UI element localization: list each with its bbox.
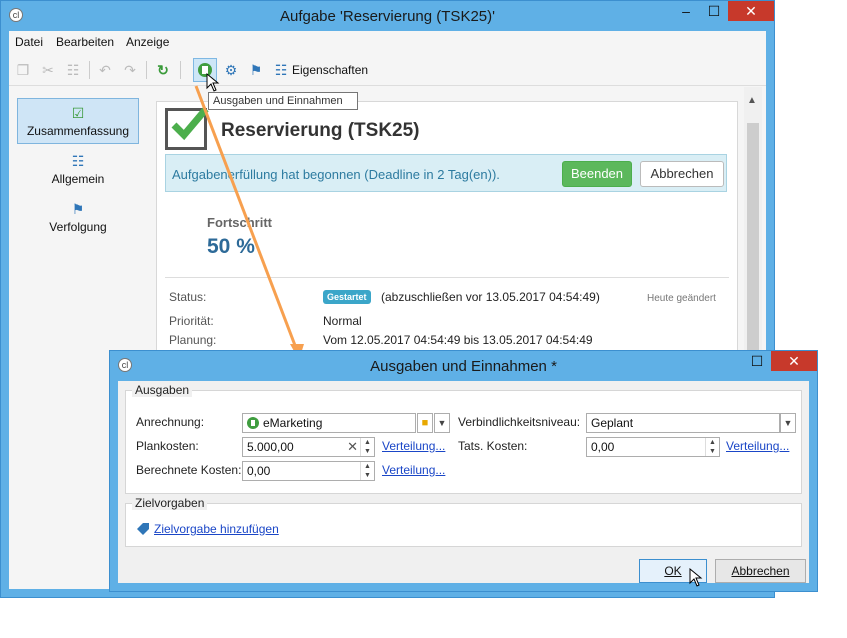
arrow-line xyxy=(194,85,298,349)
dialog-title: Ausgaben und Einnahmen * xyxy=(370,358,557,375)
targets-group-title: Zielvorgaben xyxy=(132,496,208,510)
commitment-select[interactable]: Geplant xyxy=(586,413,780,433)
mouse-cursor-icon xyxy=(206,73,220,92)
charge-field[interactable]: eMarketing xyxy=(242,413,416,433)
tag-icon xyxy=(137,523,149,535)
budget-icon xyxy=(247,417,259,429)
actual-distribution-link[interactable]: Verteilung... xyxy=(726,439,789,453)
cancel-button[interactable]: Abbrechen xyxy=(715,559,806,583)
planned-cost-label: Plankosten: xyxy=(136,439,199,453)
expenses-group-title: Ausgaben xyxy=(132,383,193,397)
spinner-icon[interactable]: ▲ ▼ xyxy=(705,438,719,456)
commitment-label: Verbindlichkeitsniveau: xyxy=(458,415,581,429)
close-icon[interactable]: ✕ xyxy=(771,351,817,371)
actual-cost-label: Tats. Kosten: xyxy=(458,439,528,453)
expenses-dialog: cl Ausgaben und Einnahmen * ☐ ✕ Ausgaben… xyxy=(109,350,818,592)
spinner-icon[interactable]: ▲ ▼ xyxy=(360,462,374,480)
dialog-client: Ausgaben Anrechnung: eMarketing ■ ▼ Verb… xyxy=(118,381,809,583)
add-target-link[interactable]: Zielvorgabe hinzufügen xyxy=(154,522,279,536)
dialog-title-bar[interactable]: cl Ausgaben und Einnahmen * ☐ ✕ xyxy=(110,351,817,381)
ok-button-label: OK xyxy=(664,564,682,578)
commitment-dropdown-icon[interactable]: ▼ xyxy=(780,413,796,433)
calculated-cost-field[interactable]: 0,00 ▲ ▼ xyxy=(242,461,375,481)
calculated-cost-label: Berechnete Kosten: xyxy=(136,463,242,477)
spinner-icon[interactable]: ▲ ▼ xyxy=(360,438,374,456)
planned-cost-field[interactable]: 5.000,00 ✕ ▲ ▼ xyxy=(242,437,375,457)
clear-icon[interactable]: ✕ xyxy=(347,438,358,456)
planned-distribution-link[interactable]: Verteilung... xyxy=(382,439,445,453)
actual-cost-field[interactable]: 0,00 ▲ ▼ xyxy=(586,437,720,457)
maximize-icon[interactable]: ☐ xyxy=(743,351,771,371)
calculated-distribution-link[interactable]: Verteilung... xyxy=(382,463,445,477)
cancel-button-label: Abbrechen xyxy=(731,564,790,578)
mouse-cursor-icon xyxy=(689,568,703,587)
calculated-cost-value: 0,00 xyxy=(247,464,271,478)
actual-cost-value: 0,00 xyxy=(591,440,615,454)
charge-label: Anrechnung: xyxy=(136,415,205,429)
targets-group: Zielvorgaben Zielvorgabe hinzufügen xyxy=(125,496,802,547)
expenses-group: Ausgaben Anrechnung: eMarketing ■ ▼ Verb… xyxy=(125,383,802,494)
charge-dropdown-icon[interactable]: ▼ xyxy=(434,413,450,433)
planned-cost-value: 5.000,00 xyxy=(247,440,294,454)
commitment-value: Geplant xyxy=(591,416,634,430)
charge-value: eMarketing xyxy=(263,416,323,430)
folder-icon[interactable]: ■ xyxy=(417,413,433,433)
